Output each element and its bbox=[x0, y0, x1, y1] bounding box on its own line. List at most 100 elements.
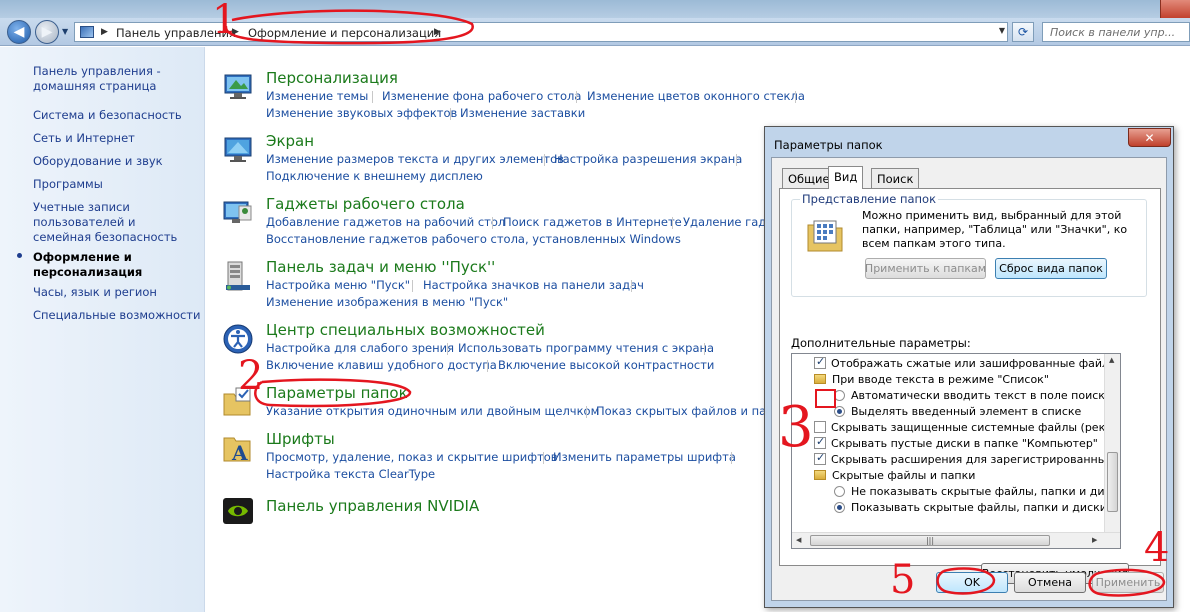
radio-button-selected[interactable] bbox=[834, 405, 845, 417]
reset-folders-button[interactable]: Сброс вида папок bbox=[995, 258, 1107, 279]
category-title-ease-of-access[interactable]: Центр специальных возможностей bbox=[266, 321, 545, 339]
scroll-right-icon[interactable]: ▶ bbox=[1092, 536, 1097, 544]
tree-item[interactable]: Скрывать пустые диски в папке "Компьютер… bbox=[814, 435, 1098, 451]
ok-button[interactable]: OK bbox=[936, 572, 1008, 593]
tree-item-label: Выделять введенный элемент в списке bbox=[851, 404, 1082, 418]
category-title-display[interactable]: Экран bbox=[266, 132, 314, 150]
breadcrumb-separator-icon[interactable]: ▶ bbox=[434, 27, 441, 37]
category-title-folder-options[interactable]: Параметры папок bbox=[266, 384, 408, 402]
navigation-bar: ◀ ▶ ▼ ▶ Панель управления ▶ Оформление и… bbox=[0, 18, 1190, 46]
category-title-fonts[interactable]: Шрифты bbox=[266, 430, 335, 448]
link-high-contrast[interactable]: Включение высокой контрастности bbox=[498, 358, 714, 372]
link-single-double-click[interactable]: Указание открытия одиночным или двойным … bbox=[266, 404, 599, 418]
tree-item[interactable]: Скрывать защищенные системные файлы (рек… bbox=[814, 419, 1120, 435]
gadgets-icon bbox=[223, 201, 252, 223]
category-title-gadgets[interactable]: Гаджеты рабочего стола bbox=[266, 195, 465, 213]
link-start-menu-picture[interactable]: Изменение изображения в меню "Пуск" bbox=[266, 295, 508, 309]
sidebar-item-accessibility[interactable]: Специальные возможности bbox=[33, 308, 201, 323]
tree-item-label: Не показывать скрытые файлы, папки и дис… bbox=[851, 484, 1121, 498]
link-screen-resolution[interactable]: Настройка разрешения экрана bbox=[554, 152, 742, 166]
link-sticky-keys[interactable]: Включение клавиш удобного доступа bbox=[266, 358, 497, 372]
dialog-close-button[interactable]: ✕ bbox=[1128, 128, 1171, 147]
link-change-sounds[interactable]: Изменение звуковых эффектов bbox=[266, 106, 457, 120]
back-arrow-icon[interactable]: ◀ bbox=[7, 20, 31, 44]
sidebar-item-clock-language[interactable]: Часы, язык и регион bbox=[33, 285, 201, 300]
advanced-settings-tree[interactable]: Отображать сжатые или зашифрованные файл… bbox=[791, 353, 1121, 549]
link-separator bbox=[450, 108, 451, 120]
link-remove-gadgets[interactable]: Удаление гадж bbox=[683, 215, 777, 229]
link-low-vision[interactable]: Настройка для слабого зрения bbox=[266, 341, 454, 355]
annotation-step-4: 4 bbox=[1144, 525, 1170, 571]
breadcrumb-separator-icon[interactable]: ▶ bbox=[101, 27, 108, 37]
vertical-scrollbar[interactable]: ▲ bbox=[1104, 354, 1120, 534]
tree-item[interactable]: Автоматически вводить текст в поле поиск… bbox=[834, 387, 1112, 403]
search-input[interactable]: Поиск в панели упр... bbox=[1042, 22, 1190, 42]
tree-item[interactable]: Не показывать скрытые файлы, папки и дис… bbox=[834, 483, 1121, 499]
tab-view[interactable]: Вид bbox=[828, 166, 864, 189]
link-separator bbox=[412, 280, 413, 292]
link-start-menu[interactable]: Настройка меню "Пуск" bbox=[266, 278, 410, 292]
horizontal-scroll-thumb[interactable]: ||| bbox=[810, 535, 1050, 546]
address-dropdown-icon[interactable]: ▼ bbox=[999, 26, 1005, 35]
tab-search[interactable]: Поиск bbox=[871, 168, 920, 188]
checkbox-checked[interactable] bbox=[814, 451, 826, 465]
link-change-glass-color[interactable]: Изменение цветов оконного стекла bbox=[587, 89, 805, 103]
link-manage-fonts[interactable]: Просмотр, удаление, показ и скрытие шриф… bbox=[266, 450, 558, 464]
tree-item[interactable]: Показывать скрытые файлы, папки и диски bbox=[834, 499, 1107, 515]
radio-button-selected[interactable] bbox=[834, 501, 845, 513]
scroll-up-icon[interactable]: ▲ bbox=[1109, 356, 1114, 364]
sidebar-item-home[interactable]: Панель управления - домашняя страница bbox=[33, 64, 201, 94]
tree-item[interactable]: Отображать сжатые или зашифрованные файл… bbox=[814, 355, 1121, 371]
svg-text:A: A bbox=[231, 441, 248, 464]
sidebar-item-user-accounts[interactable]: Учетные записи пользователей и семейная … bbox=[33, 200, 193, 245]
checkbox-unchecked[interactable] bbox=[814, 421, 826, 433]
refresh-button[interactable]: ⟳ bbox=[1012, 22, 1034, 42]
fonts-icon: A bbox=[223, 437, 251, 464]
vertical-scroll-thumb[interactable] bbox=[1107, 452, 1118, 512]
tree-item-label: Скрывать пустые диски в папке "Компьютер… bbox=[831, 436, 1098, 450]
link-screen-reader[interactable]: Использовать программу чтения с экрана bbox=[458, 341, 714, 355]
link-separator bbox=[544, 154, 545, 166]
breadcrumb-appearance[interactable]: Оформление и персонализация bbox=[248, 26, 441, 40]
window-close-button[interactable] bbox=[1160, 0, 1190, 18]
refresh-icon: ⟳ bbox=[1017, 25, 1029, 39]
sidebar-item-hardware-sound[interactable]: Оборудование и звук bbox=[33, 154, 201, 169]
link-change-background[interactable]: Изменение фона рабочего стола bbox=[382, 89, 581, 103]
radio-button[interactable] bbox=[834, 389, 845, 401]
link-restore-gadgets[interactable]: Восстановление гаджетов рабочего стола, … bbox=[266, 232, 681, 246]
tree-item[interactable]: Выделять введенный элемент в списке bbox=[834, 403, 1081, 419]
sidebar-item-appearance[interactable]: Оформление и персонализация bbox=[33, 250, 153, 280]
cancel-button[interactable]: Отмена bbox=[1014, 572, 1086, 593]
radio-button[interactable] bbox=[834, 485, 845, 497]
category-title-taskbar[interactable]: Панель задач и меню ''Пуск'' bbox=[266, 258, 495, 276]
link-change-screensaver[interactable]: Изменение заставки bbox=[460, 106, 585, 120]
link-change-theme[interactable]: Изменение темы bbox=[266, 89, 368, 103]
annotation-step-5: 5 bbox=[890, 557, 916, 603]
link-font-settings[interactable]: Изменить параметры шрифта bbox=[553, 450, 736, 464]
horizontal-scrollbar[interactable]: ◀ ||| ▶ bbox=[792, 532, 1120, 548]
link-taskbar-icons[interactable]: Настройка значков на панели задач bbox=[423, 278, 644, 292]
link-cleartype[interactable]: Настройка текста ClearType bbox=[266, 467, 435, 481]
folder-views-group: Представление папок Можно применить вид,… bbox=[791, 192, 1147, 297]
checkbox-checked[interactable] bbox=[814, 355, 826, 369]
category-title-personalization[interactable]: Персонализация bbox=[266, 69, 398, 87]
link-external-display[interactable]: Подключение к внешнему дисплею bbox=[266, 169, 483, 183]
link-find-gadgets[interactable]: Поиск гаджетов в Интернете bbox=[503, 215, 682, 229]
search-placeholder: Поиск в панели упр... bbox=[1050, 26, 1176, 39]
link-add-gadgets[interactable]: Добавление гаджетов на рабочий стол bbox=[266, 215, 505, 229]
forward-arrow-icon[interactable]: ▶ bbox=[35, 20, 59, 44]
scroll-left-icon[interactable]: ◀ bbox=[796, 536, 801, 544]
checkbox-checked[interactable] bbox=[814, 435, 826, 449]
apply-button[interactable]: Применить bbox=[1092, 572, 1164, 593]
link-show-hidden-files[interactable]: Показ скрытых файлов и папо bbox=[596, 404, 781, 418]
tree-item-label: Скрывать расширения для зарегистрированн… bbox=[831, 452, 1121, 466]
sidebar-item-network[interactable]: Сеть и Интернет bbox=[33, 131, 201, 146]
apply-to-folders-button[interactable]: Применить к папкам bbox=[865, 258, 986, 279]
tree-item-label: Отображать сжатые или зашифрованные файл… bbox=[831, 356, 1121, 370]
tree-item[interactable]: Скрывать расширения для зарегистрированн… bbox=[814, 451, 1121, 467]
category-title-nvidia[interactable]: Панель управления NVIDIA bbox=[266, 497, 479, 515]
link-text-size[interactable]: Изменение размеров текста и других элеме… bbox=[266, 152, 564, 166]
recent-pages-dropdown-icon[interactable]: ▼ bbox=[62, 27, 68, 36]
sidebar-item-system-security[interactable]: Система и безопасность bbox=[33, 108, 201, 123]
sidebar-item-programs[interactable]: Программы bbox=[33, 177, 201, 192]
